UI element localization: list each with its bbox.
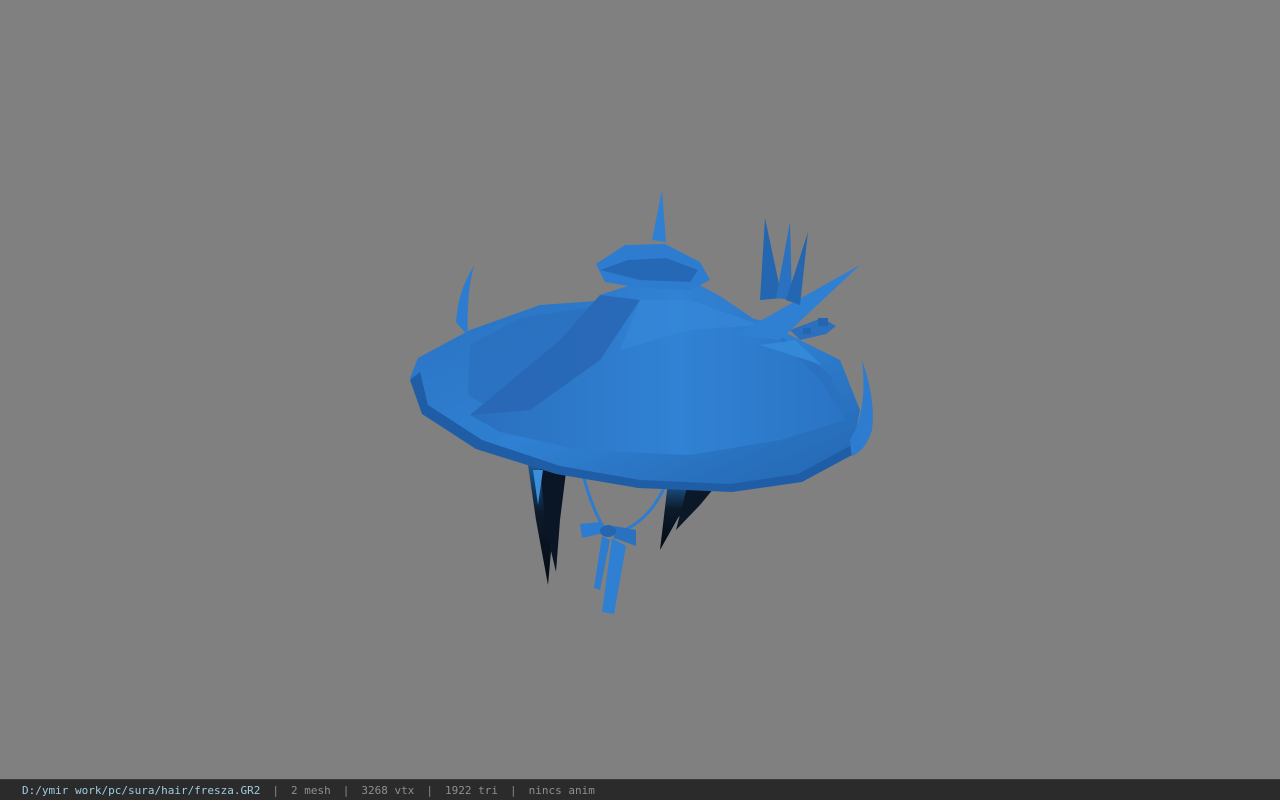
model-render <box>410 190 873 614</box>
vertex-count: 3268 vtx <box>361 783 415 797</box>
3d-viewport[interactable] <box>0 0 1280 779</box>
triangle-count: 1922 tri <box>445 783 499 797</box>
status-separator: | <box>272 783 280 797</box>
status-separator: | <box>426 783 434 797</box>
file-path: D:/ymir work/pc/sura/hair/fresza.GR2 <box>22 783 261 797</box>
status-separator: | <box>510 783 517 797</box>
animation-status: nincs anim <box>528 783 595 797</box>
hair-strands-right <box>660 482 714 550</box>
mesh-count: 2 mesh <box>291 783 331 797</box>
hair-strands-left <box>528 465 566 585</box>
status-bar: D:/ymir work/pc/sura/hair/fresza.GR2 | 2 m… <box>0 779 1280 800</box>
ribbon-bow <box>580 522 636 614</box>
status-separator: | <box>342 783 350 797</box>
hat-horn-left <box>456 266 474 336</box>
